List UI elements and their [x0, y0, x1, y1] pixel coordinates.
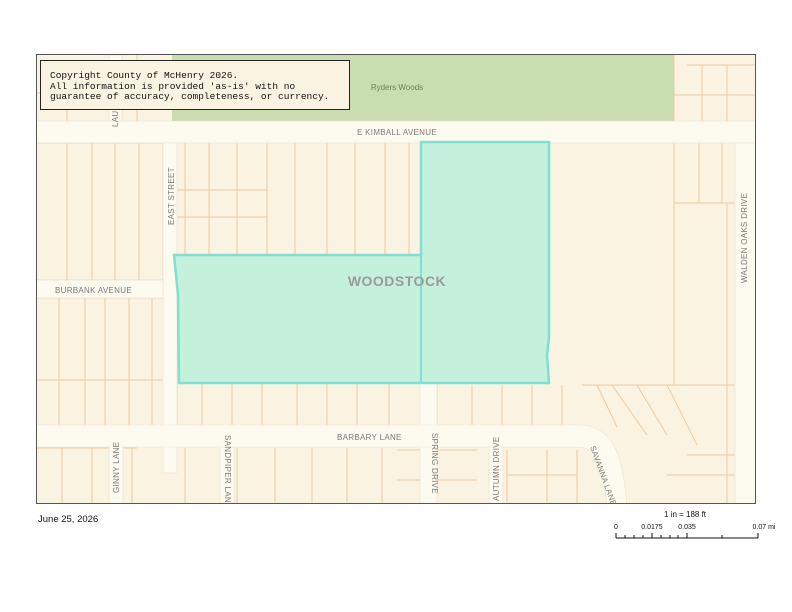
- road-label-autumn: AUTUMN DRIVE: [492, 437, 501, 502]
- road-label-kimball: E KIMBALL AVENUE: [357, 128, 437, 137]
- copyright-line-3: guarantee of accuracy, completeness, or …: [50, 91, 330, 102]
- scale-bar-ticks: [615, 533, 759, 538]
- copyright-notice: Copyright County of McHenry 2026. All in…: [40, 60, 350, 110]
- map-date: June 25, 2026: [38, 514, 99, 525]
- road-label-walden: WALDEN OAKS DRIVE: [740, 193, 749, 283]
- road-label-burbank: BURBANK AVENUE: [55, 286, 132, 295]
- map-canvas[interactable]: Ryders Woods E KIMBALL AVENUE EAST STREE…: [37, 55, 756, 504]
- scale-tick-0: 0: [614, 524, 618, 531]
- municipality-label: WOODSTOCK: [348, 273, 446, 289]
- road-label-barbary: BARBARY LANE: [337, 433, 402, 442]
- road-label-sandpiper: SANDPIPER LANE: [223, 435, 232, 504]
- woods-label: Ryders Woods: [371, 83, 423, 92]
- scale-bar: 0 0.0175 0.035 0.07 mi: [614, 524, 776, 539]
- scale-tick-1: 0.0175: [641, 524, 663, 531]
- road-label-east-street: EAST STREET: [167, 167, 176, 225]
- copyright-line-1: Copyright County of McHenry 2026.: [50, 70, 239, 81]
- road-label-ginny: GINNY LANE: [112, 442, 121, 493]
- scale-tick-3: 0.07 mi: [753, 524, 776, 531]
- map-frame[interactable]: Ryders Woods E KIMBALL AVENUE EAST STREE…: [36, 54, 756, 504]
- road-label-spring: SPRING DRIVE: [430, 433, 439, 494]
- scale-tick-2: 0.035: [678, 524, 696, 531]
